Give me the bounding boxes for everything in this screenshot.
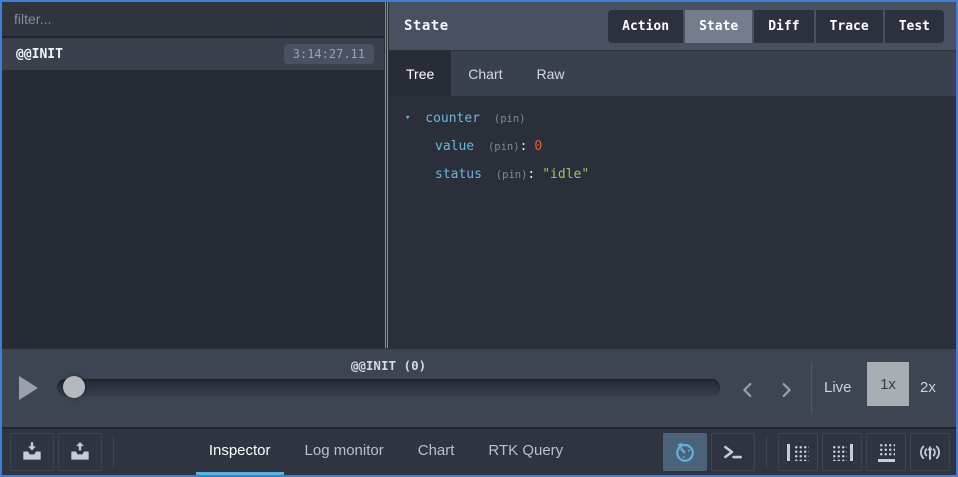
subtab-raw[interactable]: Raw [520, 51, 582, 96]
toolbar-divider [113, 435, 114, 469]
export-button[interactable] [58, 433, 102, 471]
tree-node-status: status (pin): "idle" [405, 167, 956, 183]
step-back-button[interactable] [733, 375, 763, 405]
tree-key[interactable]: status [435, 167, 482, 182]
dock-bottom-icon [878, 442, 895, 462]
tree-key[interactable]: value [435, 139, 474, 154]
action-list-panel: @@INIT 3:14:27.11 [2, 2, 384, 348]
live-button[interactable]: Live [824, 379, 852, 396]
redux-devtools-window: @@INIT 3:14:27.11 State Action State Dif… [0, 0, 958, 477]
tab-action[interactable]: Action [608, 10, 683, 43]
action-timestamp: 3:14:27.11 [284, 44, 374, 64]
panel-title: State [404, 18, 449, 34]
state-header: State Action State Diff Trace Test [389, 2, 956, 50]
tab-state[interactable]: State [683, 10, 752, 43]
import-button[interactable] [10, 433, 54, 471]
step-forward-button[interactable] [771, 375, 801, 405]
tree-node-counter[interactable]: ▾ counter (pin) [405, 110, 956, 127]
tab-diff[interactable]: Diff [752, 10, 813, 43]
tree-key[interactable]: counter [425, 111, 480, 126]
dock-bottom-button[interactable] [866, 433, 906, 471]
dock-left-button[interactable] [778, 433, 818, 471]
remote-broadcast-icon [917, 439, 943, 465]
monitor-tabs: Inspector Log monitor Chart RTK Query [122, 429, 650, 475]
tab-inspector[interactable]: Inspector [196, 429, 284, 475]
view-subtab-bar: Tree Chart Raw [389, 50, 956, 96]
pin-link[interactable]: (pin) [496, 169, 528, 181]
timeline-divider [811, 362, 812, 414]
filter-bar [2, 2, 384, 38]
subtab-tree[interactable]: Tree [389, 51, 451, 96]
terminal-icon [720, 439, 746, 465]
tab-trace[interactable]: Trace [814, 10, 883, 43]
subtab-chart[interactable]: Chart [451, 51, 519, 96]
inspector-tab-group: Action State Diff Trace Test [608, 10, 944, 43]
timeline-slider[interactable] [57, 379, 720, 396]
state-panel: State Action State Diff Trace Test Tree … [389, 2, 956, 348]
dock-left-icon [787, 444, 809, 461]
tab-test[interactable]: Test [883, 10, 944, 43]
slider-thumb[interactable] [63, 376, 85, 398]
play-icon [19, 376, 38, 400]
chevron-right-icon [775, 379, 797, 401]
chevron-left-icon [737, 379, 759, 401]
tree-value-number: 0 [534, 139, 542, 154]
tab-chart[interactable]: Chart [405, 429, 468, 475]
colon: : [520, 139, 528, 154]
dock-right-icon [831, 444, 853, 461]
state-tree: ▾ counter (pin) value (pin):0 status (pi… [389, 96, 956, 348]
stopwatch-icon [672, 439, 698, 465]
tree-node-value: value (pin):0 [405, 139, 956, 155]
pin-link[interactable]: (pin) [488, 141, 520, 153]
timeline-section: @@INIT (0) Live 1x 2x [2, 348, 956, 427]
remote-button[interactable] [910, 433, 950, 471]
footer-toolbar: Inspector Log monitor Chart RTK Query [2, 427, 956, 475]
play-button[interactable] [19, 376, 41, 402]
toolbar-divider [766, 435, 767, 469]
footer-right-buttons [663, 433, 950, 471]
export-icon [67, 439, 93, 465]
filter-input[interactable] [2, 2, 384, 36]
colon: : [527, 167, 535, 182]
import-icon [19, 439, 45, 465]
dock-right-button[interactable] [822, 433, 862, 471]
tree-value-string: "idle" [542, 167, 589, 182]
expander-icon[interactable]: ▾ [405, 113, 410, 123]
speed-2x-button[interactable]: 2x [920, 379, 936, 396]
action-name: @@INIT [16, 47, 63, 62]
dispatcher-button[interactable] [711, 433, 755, 471]
pin-link[interactable]: (pin) [494, 113, 526, 125]
main-split: @@INIT 3:14:27.11 State Action State Dif… [2, 2, 956, 348]
slider-toggle-button[interactable] [663, 433, 707, 471]
tab-rtk-query[interactable]: RTK Query [475, 429, 576, 475]
current-action-label: @@INIT (0) [57, 358, 720, 373]
tab-log-monitor[interactable]: Log monitor [292, 429, 397, 475]
footer-left-buttons [10, 433, 121, 471]
speed-1x-button[interactable]: 1x [867, 362, 909, 406]
action-list-item[interactable]: @@INIT 3:14:27.11 [2, 38, 384, 70]
